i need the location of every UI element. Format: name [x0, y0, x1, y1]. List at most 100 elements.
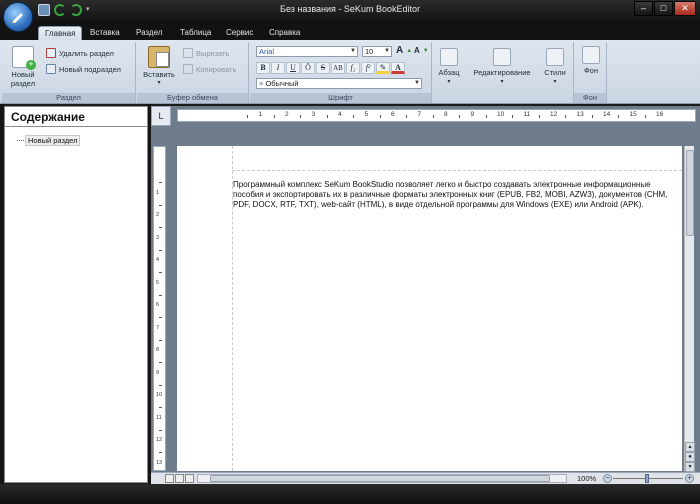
- copy-button[interactable]: Копировать: [183, 64, 236, 74]
- overline-button[interactable]: Ö: [301, 62, 315, 74]
- zoom-in-button[interactable]: +: [685, 474, 694, 483]
- tab-stop-selector[interactable]: L: [151, 106, 171, 126]
- superscript-button[interactable]: f²: [361, 62, 375, 74]
- zoom-out-button[interactable]: −: [603, 474, 612, 483]
- ruler-tick: [159, 204, 162, 206]
- ruler-number: 1: [156, 189, 160, 196]
- tab-table[interactable]: Таблица: [174, 26, 217, 40]
- strikethrough-button[interactable]: S: [316, 62, 330, 74]
- caps-button[interactable]: AB: [331, 62, 345, 74]
- shrink-font-icon[interactable]: A ▼: [414, 46, 429, 55]
- tab-home[interactable]: Главная: [38, 26, 83, 40]
- tab-service[interactable]: Сервис: [220, 26, 259, 40]
- editing-button[interactable]: Редактирование ▾: [468, 44, 536, 91]
- horizontal-scrollbar[interactable]: [197, 474, 567, 483]
- view-normal-icon[interactable]: [165, 474, 174, 483]
- font-size-combo[interactable]: 10 ▼: [362, 46, 392, 57]
- ruler-number: 6: [156, 302, 160, 308]
- paste-icon: [148, 46, 170, 68]
- ruler-tick: [159, 362, 162, 364]
- cut-button[interactable]: Вырезать: [183, 48, 229, 58]
- ruler-number: 13: [156, 459, 163, 466]
- ruler-tick: [247, 115, 249, 118]
- scroll-thumb[interactable]: [210, 475, 550, 482]
- delete-section-button[interactable]: Удалить раздел: [46, 48, 114, 58]
- grow-font-icon[interactable]: A ▲: [396, 45, 412, 56]
- bottom-bar: 100% − +: [151, 472, 700, 484]
- prev-page-icon[interactable]: ▴: [685, 442, 695, 452]
- ruler-tick: [159, 272, 162, 274]
- next-page-icon[interactable]: ▾: [685, 462, 695, 472]
- editor-area: L 1 2 3 4 5 6 7 8 9 10 11 12 13 14 15 16 1 2 3 4 5 6 7 8 9 10 11 1…: [151, 106, 700, 484]
- scissors-icon: [183, 48, 193, 58]
- ruler-number: 3: [156, 234, 160, 241]
- font-name-combo[interactable]: Arial ▼: [256, 46, 358, 57]
- ruler-number: 12: [550, 111, 558, 118]
- ruler-tick: [512, 115, 514, 118]
- highlight-icon[interactable]: ✎: [376, 62, 390, 74]
- subscript-button[interactable]: f₂: [346, 62, 360, 74]
- paragraph-button[interactable]: Абзац ▾: [434, 44, 464, 91]
- tab-section[interactable]: Раздел: [130, 26, 168, 40]
- background-button[interactable]: Фон: [578, 46, 604, 75]
- styles-icon: [546, 48, 564, 66]
- view-layout-icon[interactable]: [175, 474, 184, 483]
- ruler-tick: [379, 115, 381, 118]
- horizontal-ruler[interactable]: 1 2 3 4 5 6 7 8 9 10 11 12 13 14 15 16: [177, 109, 696, 122]
- ruler-number: 10: [497, 111, 505, 118]
- zoom-thumb[interactable]: [645, 474, 649, 483]
- ruler-number: 5: [364, 111, 369, 118]
- styles-button[interactable]: Стили ▾: [540, 44, 570, 91]
- ruler-number: 11: [523, 111, 531, 118]
- maximize-button[interactable]: □: [654, 1, 673, 16]
- status-bar: [0, 484, 700, 504]
- clipboard-group: Вставить ▾ Вырезать Копировать Буфер обм…: [137, 42, 249, 103]
- ruler-tick: [565, 115, 567, 118]
- ruler-tick: [159, 294, 162, 296]
- new-section-button[interactable]: + Новый раздел: [8, 46, 38, 88]
- ruler-number: 9: [156, 369, 160, 376]
- ruler-number: 3: [311, 111, 316, 118]
- vertical-ruler[interactable]: 1 2 3 4 5 6 7 8 9 10 11 12 13: [153, 146, 166, 471]
- italic-button[interactable]: I: [271, 62, 285, 74]
- minimize-button[interactable]: –: [634, 1, 653, 16]
- ruler-tick: [273, 115, 275, 118]
- tab-insert[interactable]: Вставка: [84, 26, 126, 40]
- view-web-icon[interactable]: [185, 474, 194, 483]
- font-color-icon[interactable]: A: [391, 62, 405, 74]
- vertical-scrollbar[interactable]: ▴ ● ▾: [684, 146, 695, 472]
- style-combo[interactable]: ≡ Обычный ▼: [256, 78, 422, 89]
- ruler-tick: [300, 115, 302, 118]
- ruler-tick: [159, 452, 162, 454]
- bold-button[interactable]: B: [256, 62, 270, 74]
- close-button[interactable]: ✕: [674, 1, 696, 16]
- group-label: Шрифт: [250, 93, 431, 103]
- ruler-tick: [618, 115, 620, 118]
- document-page[interactable]: Программный комплекс SeKum BookStudio по…: [177, 146, 682, 471]
- title-bar: ▾ Без названия - SeKum BookEditor – □ ✕: [0, 0, 700, 32]
- ruler-tick: [159, 227, 162, 229]
- tree-item[interactable]: Новый раздел: [17, 135, 81, 146]
- binoculars-icon: [493, 48, 511, 66]
- ruler-tick: [159, 249, 162, 251]
- copy-icon: [183, 64, 193, 74]
- underline-button[interactable]: U: [286, 62, 300, 74]
- ruler-number: 12: [156, 437, 163, 443]
- ribbon: + Новый раздел Удалить раздел Новый подр…: [0, 40, 700, 104]
- browse-object-icon[interactable]: ●: [685, 452, 695, 462]
- scroll-thumb[interactable]: [686, 150, 694, 236]
- ruler-tick: [159, 182, 162, 184]
- ruler-tick: [159, 317, 162, 319]
- paste-button[interactable]: Вставить ▾: [141, 46, 177, 88]
- new-subsection-button[interactable]: Новый подраздел: [46, 64, 121, 74]
- tab-help[interactable]: Справка: [263, 26, 306, 40]
- paragraph-icon: [440, 48, 458, 66]
- ruler-tick: [353, 115, 355, 118]
- window-title: Без названия - SeKum BookEditor: [280, 4, 420, 14]
- document-text[interactable]: Программный комплекс SeKum BookStudio по…: [233, 180, 683, 210]
- app-menu-button[interactable]: [3, 2, 33, 32]
- ribbon-tabs: Главная Вставка Раздел Таблица Сервис Сп…: [0, 22, 700, 40]
- zoom-level: 100%: [577, 474, 597, 483]
- contents-panel: Содержание Новый раздел: [4, 106, 148, 483]
- ruler-tick: [406, 115, 408, 118]
